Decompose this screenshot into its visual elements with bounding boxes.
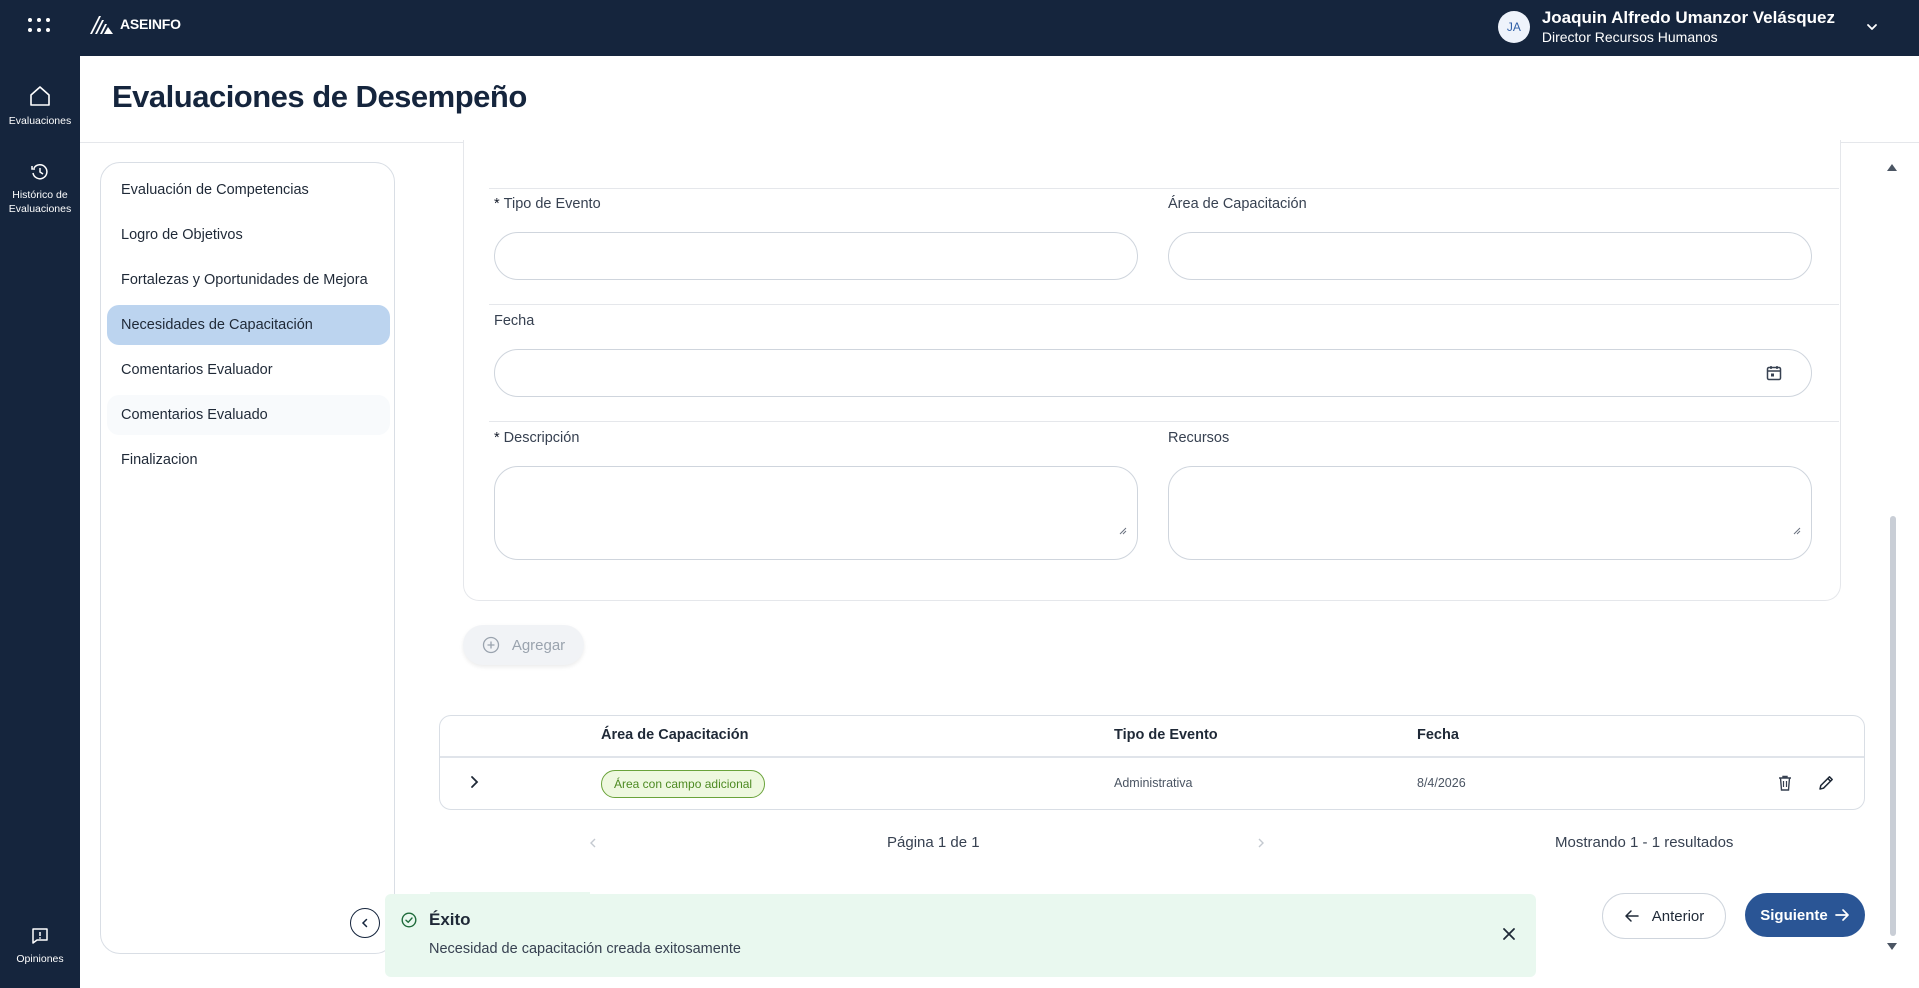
chevron-right-icon	[1258, 838, 1264, 848]
section-fortalezas[interactable]: Fortalezas y Oportunidades de Mejora	[107, 260, 390, 300]
check-circle-icon	[401, 912, 417, 928]
previous-button[interactable]: Anterior	[1602, 893, 1726, 939]
plus-circle-icon	[482, 636, 499, 654]
page-title: Evaluaciones de Desempeño	[112, 79, 527, 114]
section-nav: Evaluación de Competencias Logro de Obje…	[100, 162, 395, 954]
chevron-right-icon[interactable]	[468, 775, 480, 789]
training-need-form: * Tipo de Evento Área de Capacitación Fec…	[463, 140, 1841, 601]
required-mark: *	[494, 430, 500, 446]
apps-grid-icon[interactable]	[28, 18, 50, 34]
resize-handle-icon[interactable]	[1793, 527, 1801, 535]
form-divider	[489, 421, 1839, 422]
cell-tipo: Administrativa	[1114, 776, 1193, 790]
user-role: Director Recursos Humanos	[1541, 29, 1718, 45]
required-mark: *	[494, 196, 500, 212]
nav-rail: Evaluaciones Histórico de Evaluaciones O…	[0, 56, 80, 988]
scroll-up-arrow-icon[interactable]	[1887, 164, 1897, 171]
add-button-label: Agregar	[511, 636, 566, 654]
recursos-textarea[interactable]	[1168, 466, 1812, 560]
column-header-area: Área de Capacitación	[601, 727, 749, 743]
aseinfo-logo-icon	[90, 16, 113, 34]
section-comentarios-evaluador[interactable]: Comentarios Evaluador	[107, 350, 390, 390]
add-button[interactable]: Agregar	[463, 625, 584, 665]
column-header-fecha: Fecha	[1417, 727, 1459, 743]
rail-item-evaluaciones[interactable]: Evaluaciones	[0, 84, 80, 128]
feedback-icon	[32, 928, 48, 944]
user-menu[interactable]: JA Joaquin Alfredo Umanzor Velásquez Dir…	[1497, 8, 1879, 46]
next-button-label: Siguiente	[1760, 906, 1828, 924]
fecha-label: Fecha	[494, 313, 535, 329]
recursos-label: Recursos	[1168, 430, 1230, 446]
resize-handle-icon[interactable]	[1119, 527, 1127, 535]
column-header-tipo: Tipo de Evento	[1114, 727, 1218, 743]
next-button[interactable]: Siguiente	[1745, 893, 1865, 937]
section-evaluacion-competencias[interactable]: Evaluación de Competencias	[107, 170, 390, 210]
rail-label-opiniones: Opiniones	[16, 953, 64, 965]
area-tag: Área con campo adicional	[601, 770, 766, 798]
top-bar: ASEINFO JA Joaquin Alfredo Umanzor Velás…	[0, 0, 1919, 56]
results-count: Mostrando 1 - 1 resultados	[1555, 834, 1734, 851]
training-needs-table: Área de Capacitación Tipo de Evento Fech…	[439, 715, 1865, 810]
section-comentarios-evaluado[interactable]: Comentarios Evaluado	[107, 395, 390, 435]
user-name: Joaquin Alfredo Umanzor Velásquez	[1541, 8, 1835, 27]
section-finalizacion[interactable]: Finalizacion	[107, 440, 390, 480]
toast-message: Necesidad de capacitación creada exitosa…	[429, 941, 741, 957]
success-toast: Éxito Necesidad de capacitación creada e…	[385, 894, 1536, 977]
tipo-evento-select[interactable]	[494, 232, 1138, 280]
fecha-date-field[interactable]	[494, 349, 1812, 397]
previous-button-label: Anterior	[1651, 907, 1705, 925]
descripcion-label: * Descripción	[494, 430, 579, 446]
rail-label-evaluaciones: Evaluaciones	[8, 115, 72, 127]
tipo-evento-label-text: Tipo de Evento	[503, 196, 601, 212]
descripcion-textarea[interactable]	[494, 466, 1138, 560]
scroll-down-arrow-icon[interactable]	[1887, 943, 1897, 950]
chevron-down-icon[interactable]	[1865, 20, 1879, 34]
toast-title: Éxito	[429, 910, 471, 929]
arrow-right-icon	[1834, 909, 1849, 921]
logo: ASEINFO	[88, 13, 181, 35]
page-next-button[interactable]	[1256, 836, 1266, 852]
chevron-left-icon	[361, 918, 368, 928]
tipo-evento-label: * Tipo de Evento	[494, 196, 601, 212]
form-divider	[489, 188, 1839, 189]
rail-item-opiniones[interactable]: Opiniones	[0, 926, 80, 966]
close-icon[interactable]	[1501, 926, 1517, 942]
page-indicator: Página 1 de 1	[887, 834, 980, 851]
logo-text: ASEINFO	[120, 16, 181, 32]
section-logro-objetivos[interactable]: Logro de Objetivos	[107, 215, 390, 255]
area-capacitacion-select[interactable]	[1168, 232, 1812, 280]
home-icon	[30, 86, 50, 106]
rail-label-historico: Histórico de Evaluaciones	[8, 189, 72, 215]
section-necesidades-capacitacion[interactable]: Necesidades de Capacitación	[107, 305, 390, 345]
avatar: JA	[1497, 11, 1530, 43]
history-icon	[31, 164, 48, 180]
form-divider	[489, 304, 1839, 305]
cell-fecha: 8/4/2026	[1417, 776, 1466, 790]
chevron-left-icon	[590, 838, 596, 848]
table-header-divider	[440, 756, 1864, 758]
page-prev-button[interactable]	[588, 836, 598, 852]
trash-icon[interactable]	[1777, 774, 1793, 792]
scrollbar-thumb[interactable]	[1890, 516, 1896, 936]
descripcion-label-text: Descripción	[503, 430, 580, 446]
collapse-panel-button[interactable]	[350, 908, 380, 938]
calendar-icon[interactable]	[1765, 364, 1783, 382]
edit-icon[interactable]	[1817, 774, 1835, 792]
arrow-left-icon	[1624, 910, 1639, 922]
area-capacitacion-label: Área de Capacitación	[1168, 196, 1307, 212]
rail-item-historico[interactable]: Histórico de Evaluaciones	[0, 162, 80, 216]
